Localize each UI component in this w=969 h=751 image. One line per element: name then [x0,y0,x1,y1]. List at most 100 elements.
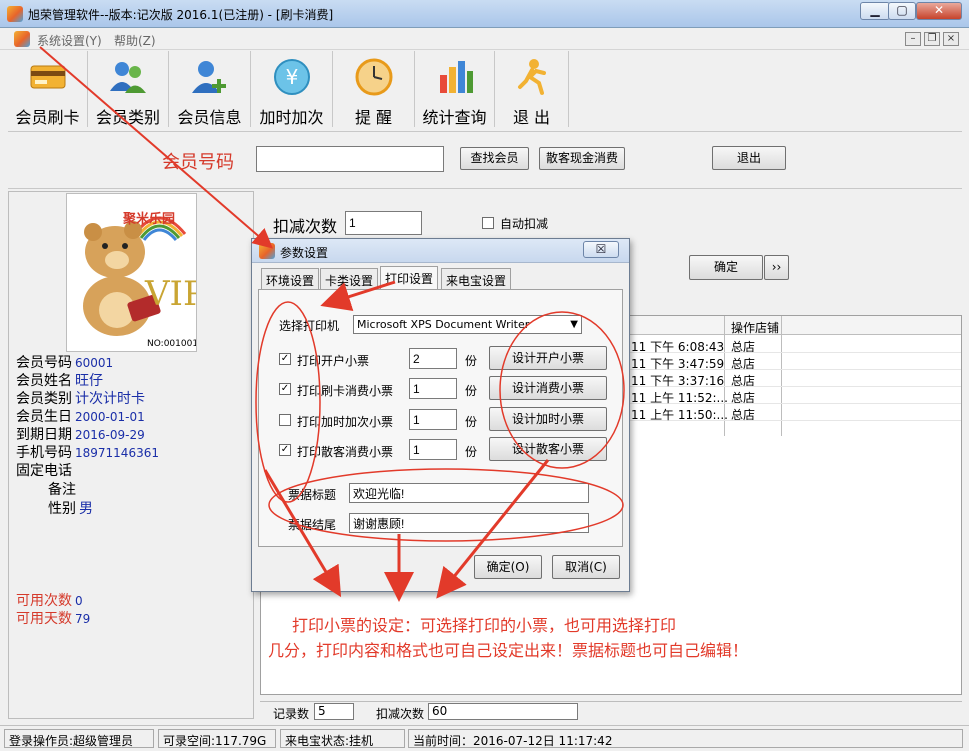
minimize-button[interactable]: ▁ [860,2,890,20]
dialog-close-button[interactable]: ☒ [583,241,619,258]
ticket-footer-input[interactable] [349,513,589,533]
yen-icon: ¥ [273,59,310,95]
design-open-ticket-button[interactable]: 设计开户小票 [489,346,607,370]
tool-add-time[interactable]: ¥ 加时加次 [251,51,333,127]
settings-dialog: 参数设置 ☒ 环境设置 卡类设置 打印设置 来电宝设置 选择打印机 Micros… [251,238,630,592]
member-expiry-label: 到期日期 [16,427,72,443]
running-man-icon [517,59,546,95]
tab-card-type[interactable]: 卡类设置 [320,268,379,289]
print-guest-count[interactable] [409,439,457,460]
window-title: 旭荣管理软件--版本:记次版 2016.1(已注册) - [刷卡消费] [28,8,334,22]
title-bar: 旭荣管理软件--版本:记次版 2016.1(已注册) - [刷卡消费] ▁ ▢ … [0,0,969,28]
print-addtime-checkbox[interactable] [279,414,291,426]
member-phone-label: 固定电话 [16,463,72,479]
print-open-label: 打印开户小票 [297,354,370,368]
confirm-deduct-button[interactable]: 确定 [689,255,763,280]
tool-label: 会员信息 [177,108,242,127]
print-addtime-label: 打印加时加次小票 [297,415,394,429]
ticket-title-input[interactable] [349,483,589,503]
printer-select[interactable]: Microsoft XPS Document Writer ▼ [353,315,582,334]
exit-button[interactable]: 退出 [712,146,786,170]
design-addtime-ticket-button[interactable]: 设计加时小票 [489,407,607,431]
menu-system-settings[interactable]: 系统设置(Y) [37,32,102,49]
member-birthday-row: 会员生日 2000-01-01 [16,406,145,426]
member-mobile-label: 手机号码 [16,445,72,461]
print-open-unit: 份 [465,354,478,368]
tool-reminder[interactable]: 提 醒 [333,51,415,127]
print-swipe-checkbox[interactable]: ✓ [279,383,291,395]
deduct-count-label: 扣减次数 [273,217,338,236]
mdi-minimize-button[interactable]: – [905,32,921,46]
member-mobile-value: 18971146361 [75,446,159,460]
tab-phone-box[interactable]: 来电宝设置 [441,268,512,289]
search-row: 会员号码 查找会员 散客现金消费 退出 [8,131,962,189]
annotation-text-line2: 几分，打印内容和格式也可自己设定出来！票据标题也可自己编辑！ [268,641,749,660]
toolbar: 会员刷卡 会员类别 会员信息 ¥ 加时加次 提 醒 统计查询 退 出 [8,51,962,129]
svg-text:¥: ¥ [285,65,298,89]
annotation-text-line1: 打印小票的设定：可选择打印的小票，也可用选择打印 [292,616,677,635]
grid-row-store: 总店 [731,391,756,405]
tool-statistics[interactable]: 统计查询 [415,51,495,127]
summary-bar: 记录数 5 扣减次数 60 [260,701,962,721]
member-name-label: 会员姓名 [16,373,72,389]
auto-deduct-checkbox[interactable] [482,217,494,229]
member-type-label: 会员类别 [16,391,72,407]
print-guest-checkbox[interactable]: ✓ [279,444,291,456]
design-guest-ticket-button[interactable]: 设计散客小票 [489,437,607,461]
tool-member-type[interactable]: 会员类别 [88,51,169,127]
member-gender-label: 性别 [48,501,76,517]
tab-print[interactable]: 打印设置 [380,266,439,290]
printer-select-value: Microsoft XPS Document Writer [357,318,530,331]
record-count-label: 记录数 [273,707,310,721]
member-name-row: 会员姓名 旺仔 [16,370,103,390]
total-deduct-value: 60 [428,703,578,720]
dialog-title-bar: 参数设置 ☒ [252,239,629,263]
tool-label: 统计查询 [422,108,487,127]
grid-col-divider [781,316,782,436]
grid-row-store: 总店 [731,408,756,422]
tool-exit[interactable]: 退 出 [495,51,569,127]
add-user-icon [191,61,226,93]
mdi-restore-button[interactable]: ❐ [924,32,940,46]
design-consume-ticket-button[interactable]: 设计消费小票 [489,376,607,400]
avail-count-value: 0 [75,594,83,608]
printer-label: 选择打印机 [279,319,340,333]
deduct-count-input[interactable] [345,211,422,235]
menu-help[interactable]: 帮助(Z) [114,32,156,49]
print-open-checkbox[interactable]: ✓ [279,353,291,365]
close-button[interactable]: ✕ [916,2,962,20]
total-deduct-label: 扣减次数 [376,707,425,721]
menu-bar: 系统设置(Y) 帮助(Z) [0,28,969,50]
status-time: 当前时间：2016-07-12日 11:17:42 [408,729,963,748]
ticket-footer-label: 票据结尾 [288,518,337,532]
print-swipe-count[interactable] [409,378,457,399]
dialog-cancel-button[interactable]: 取消(C) [552,555,620,579]
member-remark-row: 备注 [48,479,79,499]
member-phone-row: 固定电话 [16,460,75,480]
grid-row-time: 11 上午 11:52:... [631,391,728,405]
status-bar: 登录操作员:超级管理员 可录空间:117.79G 来电宝状态:挂机 当前时间：2… [0,725,969,751]
tab-environment[interactable]: 环境设置 [261,268,320,289]
auto-deduct-label: 自动扣减 [500,217,549,231]
grid-row-time: 11 上午 11:50:... [631,408,728,422]
find-member-button[interactable]: 查找会员 [460,147,529,170]
member-remark-label: 备注 [48,482,76,498]
maximize-button[interactable]: ▢ [888,2,916,20]
avail-count-row: 可用次数 0 [16,590,83,610]
tool-member-swipe[interactable]: 会员刷卡 [8,51,88,127]
mdi-close-button[interactable]: × [943,32,959,46]
dialog-app-icon [259,243,275,259]
avail-days-label: 可用天数 [16,611,72,627]
tool-member-info[interactable]: 会员信息 [169,51,251,127]
dialog-ok-button[interactable]: 确定(O) [474,555,542,579]
member-card-image: 聚米乐园 VIP NO:001001 [66,193,197,352]
more-button[interactable]: ›› [764,255,789,280]
grid-row-time: 11 下午 3:47:59 [631,357,725,371]
member-gender-row: 性别男 [48,498,93,518]
print-addtime-count[interactable] [409,409,457,430]
grid-header-store: 操作店铺 [731,321,780,335]
member-no-search-input[interactable] [256,146,444,172]
print-open-count[interactable] [409,348,457,369]
cash-consume-button[interactable]: 散客现金消费 [539,147,625,170]
member-no-value: 60001 [75,356,114,370]
